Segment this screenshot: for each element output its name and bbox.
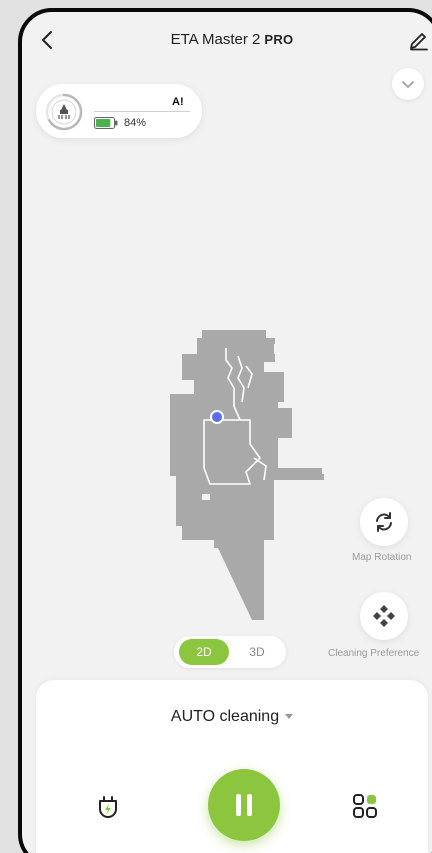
- status-divider: [94, 111, 190, 112]
- page-title: ETA Master 2 PRO: [22, 31, 432, 48]
- battery-icon: [94, 117, 118, 129]
- rotate-icon: [376, 512, 392, 532]
- cleaning-preference-button[interactable]: [360, 592, 408, 640]
- collapse-button[interactable]: [392, 68, 424, 100]
- map-rotation-button[interactable]: [360, 498, 408, 546]
- pencil-icon: [410, 33, 428, 51]
- device-name: ETA Master 2: [170, 31, 261, 48]
- control-panel: AUTO cleaning: [36, 680, 428, 853]
- pause-button[interactable]: [208, 769, 280, 841]
- cleaning-mode-selector[interactable]: AUTO cleaning: [36, 708, 428, 726]
- phone-frame: ETA Master 2 PRO A! 84% Map Rotation Cle…: [18, 8, 432, 853]
- diamond-grid-icon: [373, 605, 395, 627]
- floor-map[interactable]: [142, 308, 332, 628]
- chevron-down-icon: [402, 81, 414, 88]
- cleaning-preference-label: Cleaning Preference: [328, 648, 420, 659]
- charging-dock-icon: [99, 796, 117, 818]
- view-3d-option[interactable]: 3D: [232, 639, 282, 665]
- pause-icon-bar: [247, 794, 252, 816]
- robot-status-card[interactable]: A! 84%: [36, 84, 202, 138]
- robot-position-marker: [210, 410, 224, 424]
- battery-percentage: 84%: [124, 117, 147, 129]
- edit-button[interactable]: [406, 26, 432, 52]
- return-to-dock-button[interactable]: [94, 794, 122, 822]
- view-mode-toggle: 2D 3D: [174, 636, 286, 668]
- vacuum-robot-icon: [45, 93, 83, 131]
- map-rotation-label: Map Rotation: [352, 552, 412, 563]
- room-selection-button[interactable]: [350, 791, 380, 821]
- view-2d-option[interactable]: 2D: [179, 639, 229, 665]
- device-model-badge: PRO: [264, 32, 294, 47]
- room-grid-icon: [353, 794, 377, 818]
- dropdown-caret-icon: [285, 714, 294, 720]
- pause-icon: [236, 794, 241, 816]
- app-screen: ETA Master 2 PRO A! 84% Map Rotation Cle…: [22, 12, 432, 853]
- status-mode-text: A!: [172, 96, 184, 108]
- cleaning-mode-label: AUTO cleaning: [170, 708, 280, 725]
